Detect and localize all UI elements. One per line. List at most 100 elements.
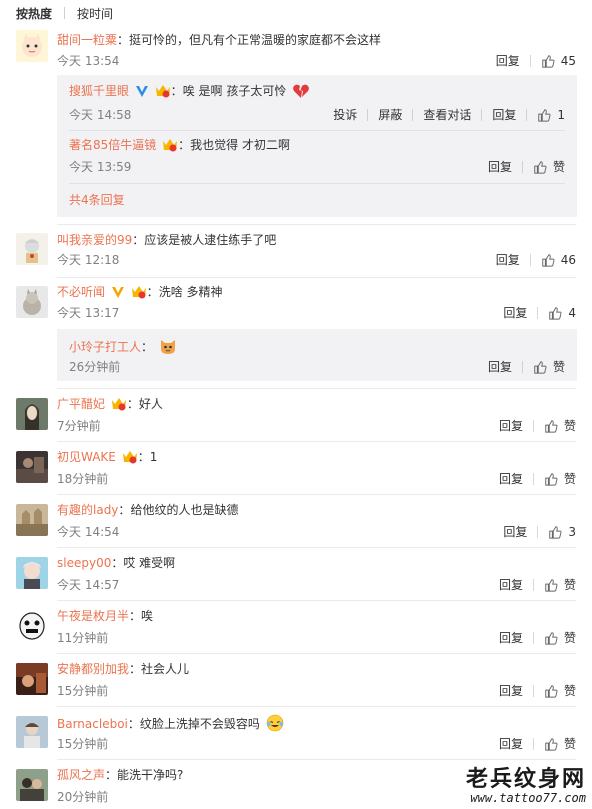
comment-username[interactable]: 安静都别加我 [57,662,129,676]
like-label: 赞 [563,631,576,645]
reply-button[interactable]: 回复 [503,305,527,321]
like-count: 1 [557,108,565,122]
like-button[interactable]: 3 [548,524,576,540]
comment-text: 社会人儿 [141,662,190,676]
action-separator [532,579,534,591]
like-button[interactable]: 赞 [544,418,576,434]
colon: ： [178,138,191,152]
comment-username[interactable]: 叫我亲爱的99 [57,233,132,247]
comment-divider [57,388,576,389]
action-separator [532,738,534,750]
reply-button[interactable]: 回复 [492,107,516,123]
member-crown-icon [131,286,146,299]
like-button[interactable]: 赞 [544,630,576,646]
sort-by-time-tab[interactable]: 按时间 [77,5,113,22]
comment-username[interactable]: sleepy00 [57,556,111,570]
thumbs-up-icon [534,361,547,374]
comment-username[interactable]: 甜间一粒粟 [57,33,117,47]
view-conversation-button[interactable]: 查看对话 [423,107,471,123]
reply-button[interactable]: 回复 [499,736,523,752]
report-button[interactable]: 投诉 [333,107,357,123]
like-button[interactable]: 赞 [544,736,576,752]
avatar[interactable] [16,716,48,748]
comment-time: 今天 13:54 [57,54,120,68]
comment-divider [57,277,576,278]
colon: ： [137,450,150,464]
reply-divider [69,183,565,184]
like-button[interactable]: 4 [548,305,576,321]
like-label: 赞 [563,419,576,433]
member-crown-icon [163,139,178,152]
verified-v-gold-icon [111,287,124,298]
reply-box: 搜狐千里眼 ：唉 是啊 孩子太可怜 今天 14:58 投诉 屏蔽 查看对话 回复… [57,75,577,217]
like-label: 赞 [563,684,576,698]
avatar[interactable] [16,398,48,430]
cat-emoji-icon [160,340,175,354]
like-label: 赞 [563,472,576,486]
action-separator [521,161,523,173]
avatar[interactable] [16,504,48,536]
more-replies-link[interactable]: 共4条回复 [69,192,125,208]
comment-text: 哎 难受啊 [123,556,176,570]
action-separator [521,361,523,373]
broken-heart-icon [293,84,310,98]
reply-username[interactable]: 搜狐千里眼 [69,84,129,98]
reply-button[interactable]: 回复 [488,359,512,375]
like-button[interactable]: 赞 [544,471,576,487]
like-label: 赞 [563,737,576,751]
comment-time: 今天 12:18 [57,253,120,267]
like-button[interactable]: 赞 [533,359,565,375]
colon: ： [111,556,124,570]
like-button[interactable]: 赞 [544,577,576,593]
comment-username[interactable]: 不必听闻 [57,285,105,299]
like-label: 赞 [563,578,576,592]
colon: ： [117,33,130,47]
avatar[interactable] [16,30,48,62]
comment-username[interactable]: 孤风之声 [57,768,105,782]
colon: ： [105,768,118,782]
comment-time: 11分钟前 [57,631,109,645]
avatar[interactable] [16,451,48,483]
like-button[interactable]: 赞 [533,159,565,175]
thumbs-up-icon [541,55,555,68]
reply-button[interactable]: 回复 [499,471,523,487]
reply-button[interactable]: 回复 [496,53,520,69]
action-separator [529,55,531,67]
comment-time: 18分钟前 [57,472,109,486]
thumbs-up-icon [545,632,558,645]
avatar[interactable] [16,663,48,695]
comment-username[interactable]: Barnacleboi [57,717,128,731]
reply-button[interactable]: 回复 [499,683,523,699]
like-button[interactable]: 46 [541,252,576,268]
reply-button[interactable]: 回复 [499,630,523,646]
avatar[interactable] [16,769,48,801]
colon: ： [132,233,145,247]
comment-time: 20分钟前 [57,790,109,804]
reply-button[interactable]: 回复 [488,159,512,175]
reply-username[interactable]: 小玲子打工人 [69,340,141,354]
member-crown-icon [111,398,126,411]
comment-username[interactable]: 广平醋妃 [57,397,105,411]
comment-username[interactable]: 初见WAKE [57,450,116,464]
action-separator [537,526,539,538]
comment-username[interactable]: 午夜是枚月半 [57,609,129,623]
colon: ： [126,397,139,411]
like-button[interactable]: 1 [537,107,565,123]
comment-username[interactable]: 有趣的lady [57,503,118,517]
like-button[interactable]: 赞 [544,683,576,699]
reply-button[interactable]: 回复 [499,418,523,434]
verified-v-icon [135,86,148,97]
like-button[interactable]: 45 [541,53,576,69]
thumbs-up-icon [538,109,551,122]
avatar[interactable] [16,610,48,642]
reply-username[interactable]: 著名85倍牛逼镜 [69,138,156,152]
action-separator [532,632,534,644]
avatar[interactable] [16,233,48,265]
sort-by-hot-tab[interactable]: 按热度 [16,5,52,22]
reply-button[interactable]: 回复 [503,524,527,540]
reply-button[interactable]: 回复 [496,252,520,268]
avatar[interactable] [16,557,48,589]
reply-button[interactable]: 回复 [499,577,523,593]
avatar[interactable] [16,286,48,318]
block-button[interactable]: 屏蔽 [378,107,402,123]
